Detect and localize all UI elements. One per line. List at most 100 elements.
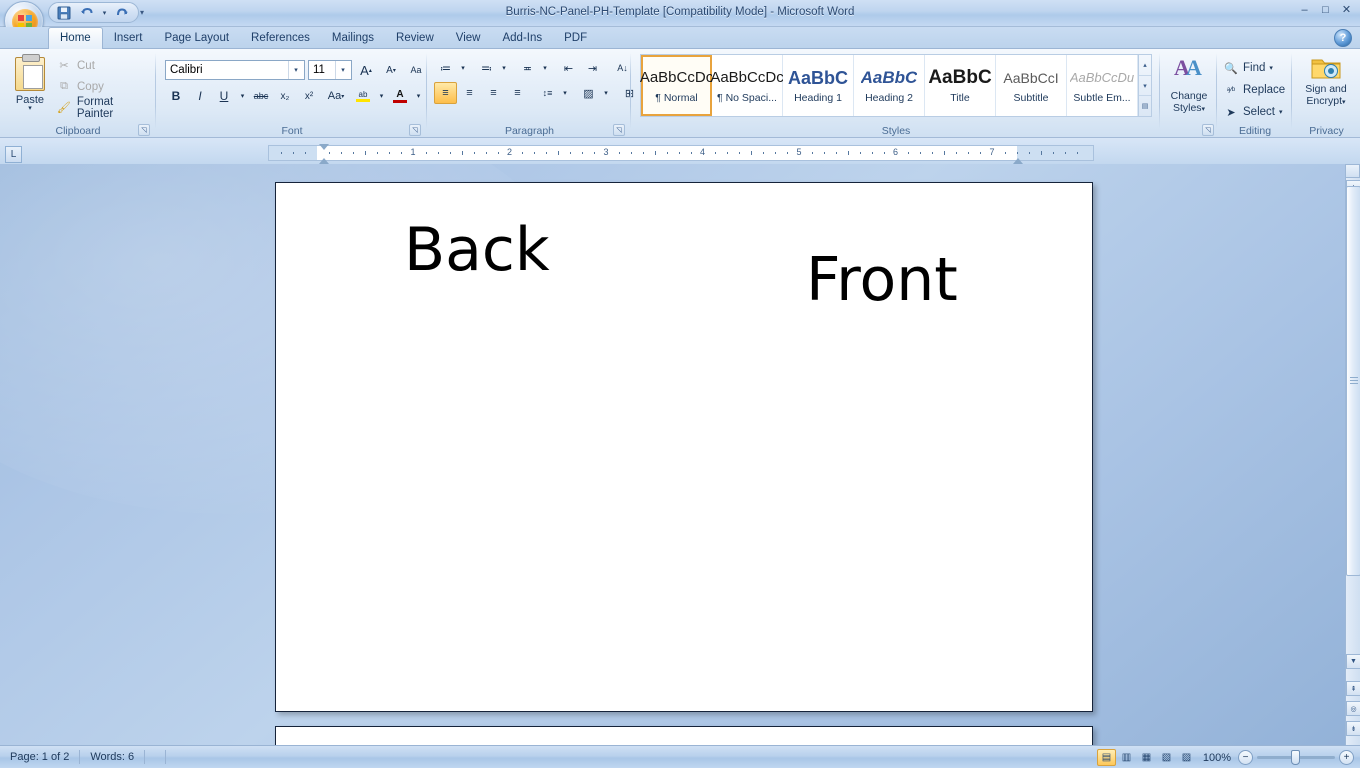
scroll-down-button[interactable]: ▼ xyxy=(1346,654,1360,669)
line-spacing-dropdown-icon[interactable]: ▾ xyxy=(560,82,570,104)
horizontal-ruler[interactable]: 1 2 3 4 5 6 7 xyxy=(268,144,1094,164)
tab-pdf[interactable]: PDF xyxy=(553,28,598,49)
page-indicator[interactable]: Page: 1 of 2 xyxy=(0,751,79,763)
underline-dropdown-icon[interactable]: ▾ xyxy=(237,85,248,107)
subscript-button[interactable]: x₂ xyxy=(274,85,296,107)
clear-formatting-button[interactable]: Aa xyxy=(405,59,427,81)
style-item-subtle-emphasis[interactable]: AaBbCcDu Subtle Em... xyxy=(1067,55,1138,116)
align-left-button[interactable]: ≡ xyxy=(434,82,457,104)
tab-stop-selector[interactable]: L xyxy=(5,146,22,163)
style-item-title[interactable]: AaBbC Title xyxy=(925,55,996,116)
help-icon[interactable]: ? xyxy=(1334,29,1352,47)
tab-review[interactable]: Review xyxy=(385,28,445,49)
increase-indent-button[interactable]: ⇥ xyxy=(581,57,604,79)
text-highlight-button[interactable]: ab xyxy=(352,85,374,107)
cut-button[interactable]: ✂ Cut xyxy=(52,55,152,76)
decrease-indent-button[interactable]: ⇤ xyxy=(557,57,580,79)
zoom-slider-track[interactable] xyxy=(1257,750,1335,765)
document-page-1[interactable]: Back Front xyxy=(275,182,1093,712)
privacy-dropdown-icon[interactable]: ▾ xyxy=(1342,99,1346,106)
style-item-normal[interactable]: AaBbCcDc ¶ Normal xyxy=(640,55,713,116)
justify-button[interactable]: ≡ xyxy=(506,82,529,104)
minimize-button[interactable]: – xyxy=(1295,2,1314,17)
redo-icon[interactable] xyxy=(112,4,132,22)
select-dropdown-icon[interactable]: ▾ xyxy=(1279,108,1283,116)
style-item-subtitle[interactable]: AaBbCcI Subtitle xyxy=(996,55,1067,116)
superscript-button[interactable]: x² xyxy=(298,85,320,107)
zoom-out-button[interactable]: − xyxy=(1238,750,1253,765)
view-web-layout-button[interactable]: ▦ xyxy=(1137,749,1156,766)
font-name-dropdown-icon[interactable]: ▾ xyxy=(288,61,303,79)
find-dropdown-icon[interactable]: ▾ xyxy=(1269,64,1273,72)
shading-dropdown-icon[interactable]: ▾ xyxy=(601,82,611,104)
word-count[interactable]: Words: 6 xyxy=(80,751,144,763)
change-styles-dropdown-icon[interactable]: ▾ xyxy=(1202,106,1206,113)
tab-insert[interactable]: Insert xyxy=(103,28,154,49)
numbering-dropdown-icon[interactable]: ▾ xyxy=(499,57,509,79)
change-styles-button[interactable]: A A Change Styles▾ xyxy=(1165,55,1213,116)
italic-button[interactable]: I xyxy=(189,85,211,107)
view-print-layout-button[interactable]: ▤ xyxy=(1097,749,1116,766)
view-full-screen-reading-button[interactable]: ▥ xyxy=(1117,749,1136,766)
styles-scroll-up-icon[interactable]: ▴ xyxy=(1139,55,1151,76)
find-button[interactable]: 🔍 Find ▾ xyxy=(1223,57,1285,79)
document-text-back[interactable]: Back xyxy=(404,215,550,285)
next-page-button[interactable]: ⇟ xyxy=(1346,721,1360,736)
tab-view[interactable]: View xyxy=(445,28,492,49)
select-button[interactable]: ➤ Select ▾ xyxy=(1223,101,1285,123)
shading-button[interactable]: ▨ xyxy=(577,82,600,104)
view-outline-button[interactable]: ▧ xyxy=(1157,749,1176,766)
tab-home[interactable]: Home xyxy=(48,27,103,49)
tab-add-ins[interactable]: Add-Ins xyxy=(491,28,553,49)
paste-dropdown-icon[interactable]: ▾ xyxy=(28,105,32,112)
proofing-status-icon[interactable] xyxy=(145,749,165,765)
document-page-2[interactable] xyxy=(275,726,1093,745)
change-case-button[interactable]: Aa ▾ xyxy=(322,85,350,107)
select-browse-object-button[interactable]: ◎ xyxy=(1346,701,1360,716)
paragraph-dialog-launcher[interactable]: ◹ xyxy=(613,124,625,136)
scrollbar-thumb[interactable] xyxy=(1346,186,1360,576)
format-painter-button[interactable]: 🖌 Format Painter xyxy=(52,96,152,120)
shrink-font-button[interactable]: A ▾ xyxy=(380,59,402,81)
font-color-dropdown-icon[interactable]: ▾ xyxy=(413,85,424,107)
copy-button[interactable]: ⧉ Copy xyxy=(52,76,152,97)
tab-references[interactable]: References xyxy=(240,28,321,49)
replace-button[interactable]: ᵃ⁄ᵇ Replace xyxy=(1223,79,1285,101)
document-text-front[interactable]: Front xyxy=(806,245,958,315)
style-item-heading-2[interactable]: AaBbC Heading 2 xyxy=(854,55,925,116)
zoom-level[interactable]: 100% xyxy=(1200,752,1234,764)
maximize-button[interactable]: □ xyxy=(1316,2,1335,17)
previous-page-button[interactable]: ⇞ xyxy=(1346,681,1360,696)
style-item-heading-1[interactable]: AaBbC Heading 1 xyxy=(783,55,854,116)
multilevel-list-button[interactable]: ≖ xyxy=(516,57,539,79)
undo-icon[interactable] xyxy=(77,4,97,22)
clipboard-dialog-launcher[interactable]: ◹ xyxy=(138,124,150,136)
sign-and-encrypt-button[interactable]: Sign and Encrypt▾ xyxy=(1297,55,1355,109)
tab-mailings[interactable]: Mailings xyxy=(321,28,385,49)
bullets-dropdown-icon[interactable]: ▾ xyxy=(458,57,468,79)
font-size-dropdown-icon[interactable]: ▾ xyxy=(335,61,350,79)
grow-font-button[interactable]: A ▴ xyxy=(355,59,377,81)
paste-button[interactable]: Paste ▾ xyxy=(10,54,50,121)
align-right-button[interactable]: ≡ xyxy=(482,82,505,104)
undo-dropdown-icon[interactable]: ▾ xyxy=(100,4,109,22)
style-item-no-spacing[interactable]: AaBbCcDc ¶ No Spaci... xyxy=(710,55,784,116)
zoom-slider-thumb[interactable] xyxy=(1291,750,1300,765)
font-color-button[interactable]: A xyxy=(389,85,411,107)
styles-more-icon[interactable]: ▤ xyxy=(1139,96,1151,116)
styles-scroll-down-icon[interactable]: ▾ xyxy=(1139,76,1151,97)
multilevel-dropdown-icon[interactable]: ▾ xyxy=(540,57,550,79)
strikethrough-button[interactable]: abc xyxy=(250,85,272,107)
view-draft-button[interactable]: ▨ xyxy=(1177,749,1196,766)
split-window-button[interactable] xyxy=(1345,164,1360,178)
line-spacing-button[interactable]: ↕≡ xyxy=(536,82,559,104)
bullets-button[interactable]: ≔ xyxy=(434,57,457,79)
document-workspace[interactable]: Back Front xyxy=(0,164,1345,745)
numbering-button[interactable]: ≕ xyxy=(475,57,498,79)
change-styles-dialog-launcher[interactable]: ◹ xyxy=(1202,124,1214,136)
bold-button[interactable]: B xyxy=(165,85,187,107)
close-button[interactable]: ✕ xyxy=(1337,2,1356,17)
tab-page-layout[interactable]: Page Layout xyxy=(153,28,240,49)
save-icon[interactable] xyxy=(54,4,74,22)
font-name-input[interactable]: Calibri ▾ xyxy=(165,60,305,80)
